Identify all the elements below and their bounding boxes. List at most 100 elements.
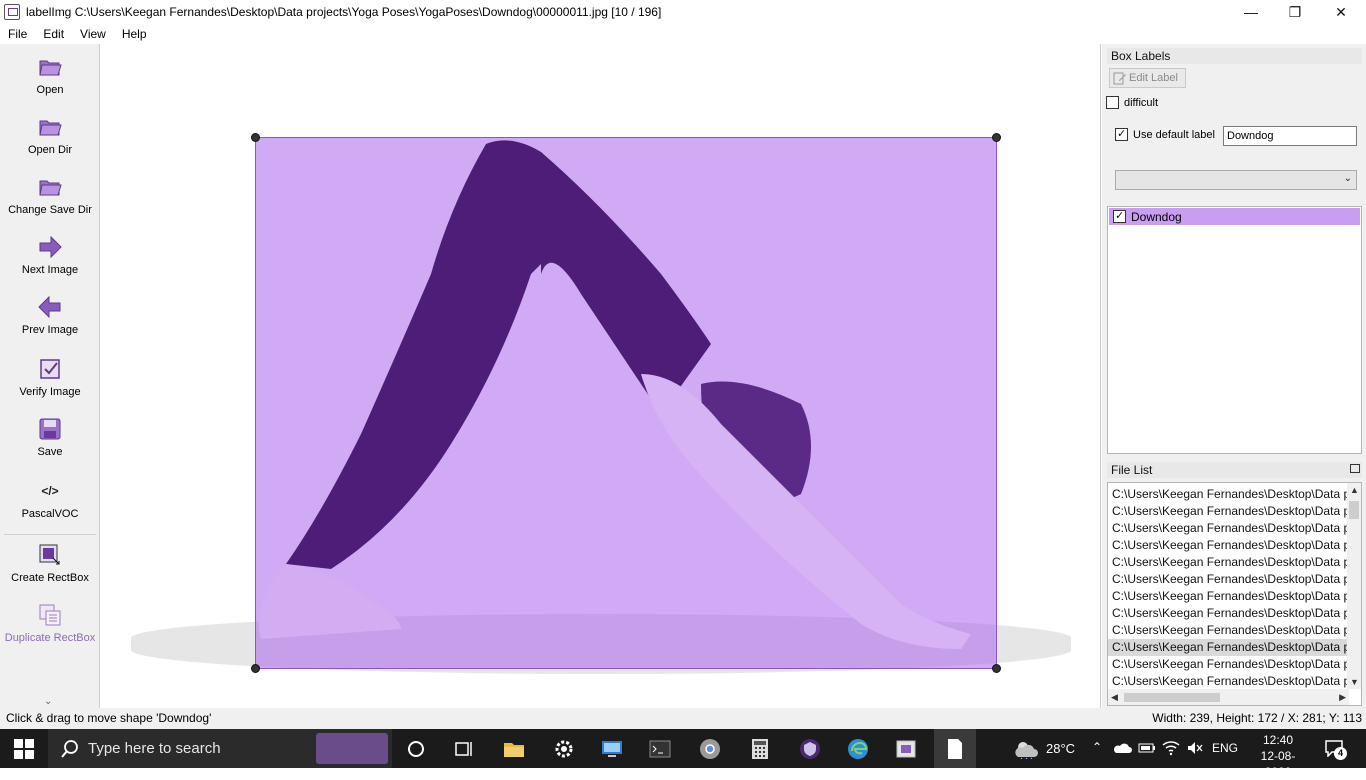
label-combobox[interactable]: ⌄ (1115, 170, 1357, 190)
save-disk-icon (39, 418, 61, 440)
security-shield-icon[interactable] (798, 737, 822, 761)
checkbox-verify-icon (40, 359, 60, 379)
tray-overflow-icon[interactable]: ⌃ (1092, 740, 1102, 754)
taskbar-clock[interactable]: 12:40 12-08-2022 (1248, 732, 1308, 780)
edit-label-button[interactable]: Edit Label (1109, 68, 1186, 88)
default-label-input[interactable]: Downdog (1223, 126, 1357, 146)
notepad-icon[interactable] (943, 737, 967, 761)
scrollbar-thumb[interactable] (1124, 693, 1220, 702)
toolbar-overflow-icon[interactable]: ⌄ (44, 696, 52, 707)
file-explorer-icon[interactable] (502, 737, 526, 761)
taskbar-search-box[interactable]: Type here to search (48, 729, 392, 768)
remote-desktop-icon[interactable] (600, 737, 624, 761)
duplicate-rectbox-label: Duplicate RectBox (4, 632, 96, 644)
image-canvas[interactable] (101, 44, 1101, 708)
bbox-corner-handle[interactable] (251, 664, 260, 673)
duplicate-rectbox-button[interactable]: Duplicate RectBox (0, 602, 100, 644)
file-list-horizontal-scrollbar[interactable]: ◀ ▶ (1108, 689, 1349, 705)
open-dir-label: Open Dir (27, 144, 73, 156)
file-list-item[interactable]: C:\Users\Keegan Fernandes\Desktop\Data p… (1108, 622, 1348, 639)
close-button[interactable]: ✕ (1318, 0, 1364, 24)
next-image-label: Next Image (21, 264, 79, 276)
wifi-icon[interactable] (1162, 740, 1180, 756)
calculator-icon[interactable] (748, 737, 772, 761)
file-list-item[interactable]: C:\Users\Keegan Fernandes\Desktop\Data p… (1108, 537, 1348, 554)
save-button[interactable]: Save (0, 416, 100, 458)
labelimg-app-icon (4, 4, 20, 20)
menu-help[interactable]: Help (114, 27, 155, 41)
scroll-down-icon[interactable]: ▼ (1350, 677, 1359, 687)
bbox-corner-handle[interactable] (992, 664, 1001, 673)
settings-gear-icon[interactable] (552, 737, 576, 761)
restore-button[interactable]: ❐ (1272, 0, 1318, 24)
file-list-item[interactable]: C:\Users\Keegan Fernandes\Desktop\Data p… (1108, 486, 1348, 503)
file-list-item[interactable]: C:\Users\Keegan Fernandes\Desktop\Data p… (1108, 520, 1348, 537)
use-default-label-text: Use default label (1133, 128, 1215, 141)
input-language[interactable]: ENG (1212, 741, 1238, 755)
right-dock: Box Labels Edit Label difficult Use defa… (1102, 44, 1366, 708)
menu-bar: File Edit View Help (0, 24, 1366, 44)
float-dock-icon[interactable] (1350, 464, 1360, 473)
use-default-label-checkbox[interactable] (1115, 127, 1128, 141)
file-list-item[interactable]: C:\Users\Keegan Fernandes\Desktop\Data p… (1108, 673, 1348, 690)
label-visibility-checkbox[interactable] (1113, 209, 1126, 223)
battery-icon[interactable] (1138, 741, 1156, 755)
weather-cloud-icon[interactable] (1014, 739, 1040, 759)
chrome-icon[interactable] (698, 737, 722, 761)
open-dir-button[interactable]: Open Dir (0, 114, 100, 156)
task-view-icon[interactable] (452, 737, 476, 761)
edit-pencil-icon (1113, 72, 1126, 85)
change-save-dir-button[interactable]: Change Save Dir (0, 174, 100, 216)
bbox-corner-handle[interactable] (251, 133, 260, 142)
file-list-item[interactable]: C:\Users\Keegan Fernandes\Desktop\Data p… (1108, 605, 1348, 622)
notification-center-icon[interactable]: 4 (1324, 739, 1347, 760)
terminal-icon[interactable] (648, 737, 672, 761)
search-icon (61, 740, 78, 758)
label-list[interactable]: Downdog (1107, 206, 1362, 454)
chevron-down-icon: ⌄ (1343, 173, 1352, 184)
scroll-left-icon[interactable]: ◀ (1111, 692, 1118, 703)
search-placeholder: Type here to search (88, 740, 221, 757)
windows-start-icon[interactable] (14, 739, 34, 759)
scroll-up-icon[interactable]: ▲ (1350, 485, 1359, 495)
file-list-item[interactable]: C:\Users\Keegan Fernandes\Desktop\Data p… (1108, 571, 1348, 588)
next-image-button[interactable]: Next Image (0, 234, 100, 276)
bbox-corner-handle[interactable] (992, 133, 1001, 142)
label-list-item[interactable]: Downdog (1109, 208, 1360, 225)
file-list[interactable]: C:\Users\Keegan Fernandes\Desktop\Data p… (1107, 482, 1362, 706)
difficult-label: difficult (1124, 96, 1159, 109)
difficult-checkbox[interactable] (1106, 96, 1119, 109)
duplicate-rectbox-icon (39, 604, 61, 626)
create-rectbox-button[interactable]: Create RectBox (0, 542, 100, 584)
cortana-icon[interactable] (404, 737, 428, 761)
file-list-item[interactable]: C:\Users\Keegan Fernandes\Desktop\Data p… (1108, 656, 1348, 673)
minimize-button[interactable]: — (1228, 0, 1274, 24)
scrollbar-thumb[interactable] (1349, 501, 1359, 519)
format-toggle-button[interactable]: </> PascalVOC (0, 478, 100, 520)
labelimg-taskbar-icon[interactable] (894, 737, 918, 761)
file-list-item[interactable]: C:\Users\Keegan Fernandes\Desktop\Data p… (1108, 588, 1348, 605)
temperature-text[interactable]: 28°C (1046, 741, 1075, 756)
file-list-item[interactable]: C:\Users\Keegan Fernandes\Desktop\Data p… (1108, 554, 1348, 571)
file-list-item[interactable]: C:\Users\Keegan Fernandes\Desktop\Data p… (1108, 503, 1348, 520)
status-message: Click & drag to move shape 'Downdog' (6, 711, 212, 725)
save-label: Save (37, 446, 63, 458)
prev-image-button[interactable]: Prev Image (0, 294, 100, 336)
file-list-vertical-scrollbar[interactable]: ▲ ▼ (1347, 483, 1361, 689)
open-button[interactable]: Open (0, 54, 100, 96)
scroll-right-icon[interactable]: ▶ (1339, 692, 1346, 703)
onedrive-cloud-icon[interactable] (1114, 741, 1132, 755)
clock-time: 12:40 (1262, 733, 1294, 747)
folder-open-icon (39, 60, 62, 76)
verify-image-button[interactable]: Verify Image (0, 356, 100, 398)
edge-browser-icon[interactable] (846, 737, 870, 761)
menu-edit[interactable]: Edit (35, 27, 72, 41)
menu-file[interactable]: File (0, 27, 35, 41)
toolbar-divider (4, 534, 96, 535)
file-list-item-selected[interactable]: C:\Users\Keegan Fernandes\Desktop\Data p… (1108, 639, 1348, 656)
file-list-title: File List (1107, 462, 1362, 478)
menu-view[interactable]: View (72, 27, 114, 41)
arrow-left-icon (38, 295, 61, 319)
speaker-muted-icon[interactable] (1186, 740, 1204, 756)
folder-open-icon (39, 120, 62, 136)
